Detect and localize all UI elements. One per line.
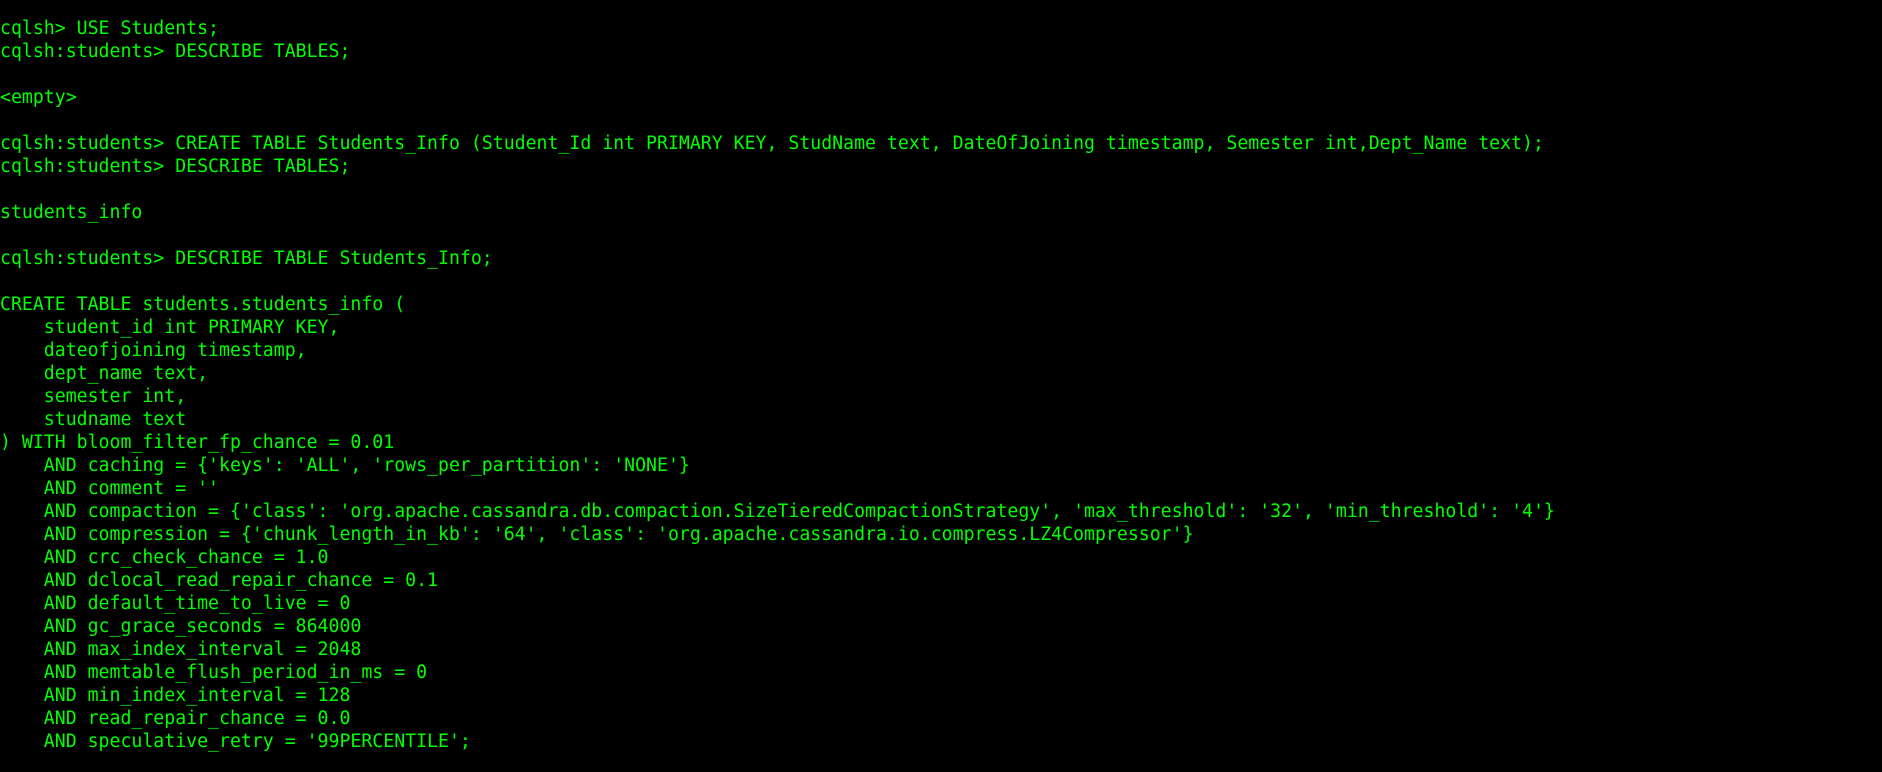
terminal-line: students_info — [0, 202, 143, 223]
terminal-line: cqlsh:students> DESCRIBE TABLES; — [0, 41, 351, 62]
terminal-line: dateofjoining timestamp, — [0, 340, 307, 361]
terminal-line: AND compaction = {'class': 'org.apache.c… — [0, 501, 1555, 522]
terminal-line: cqlsh:students> CREATE TABLE Students_In… — [0, 133, 1544, 154]
terminal-line: student_id int PRIMARY KEY, — [0, 317, 340, 338]
terminal-line: AND min_index_interval = 128 — [0, 685, 351, 706]
terminal-line: AND gc_grace_seconds = 864000 — [0, 616, 362, 637]
terminal-line: ) WITH bloom_filter_fp_chance = 0.01 — [0, 432, 395, 453]
terminal-line: <empty> — [0, 87, 77, 108]
terminal-line: AND max_index_interval = 2048 — [0, 639, 362, 660]
terminal-line: studname text — [0, 409, 187, 430]
terminal-line: AND default_time_to_live = 0 — [0, 593, 351, 614]
terminal-window[interactable]: cqlsh> USE Students; cqlsh:students> DES… — [0, 0, 1882, 772]
terminal-line: cqlsh> USE Students; — [0, 18, 219, 39]
terminal-line: AND compression = {'chunk_length_in_kb':… — [0, 524, 1194, 545]
terminal-line: semester int, — [0, 386, 187, 407]
terminal-line: AND crc_check_chance = 1.0 — [0, 547, 329, 568]
terminal-line: AND memtable_flush_period_in_ms = 0 — [0, 662, 428, 683]
terminal-line: AND caching = {'keys': 'ALL', 'rows_per_… — [0, 455, 690, 476]
terminal-line: AND dclocal_read_repair_chance = 0.1 — [0, 570, 438, 591]
terminal-line: CREATE TABLE students.students_info ( — [0, 294, 406, 315]
terminal-line: cqlsh:students> DESCRIBE TABLES; — [0, 156, 351, 177]
terminal-line: AND read_repair_chance = 0.0 — [0, 708, 351, 729]
terminal-line: cqlsh:students> DESCRIBE TABLE Students_… — [0, 248, 493, 269]
terminal-line: dept_name text, — [0, 363, 209, 384]
terminal-line: AND speculative_retry = '99PERCENTILE'; — [0, 731, 471, 752]
terminal-line: AND comment = '' — [0, 478, 219, 499]
